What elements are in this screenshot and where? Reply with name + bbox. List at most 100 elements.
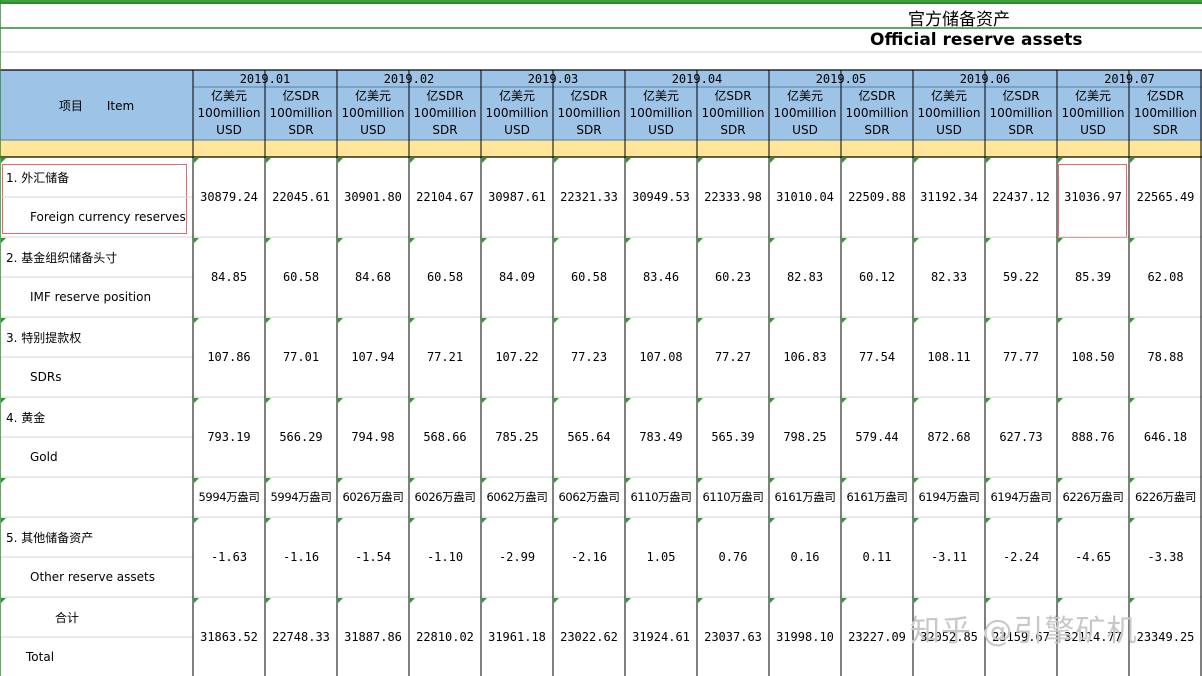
table-cell[interactable]: 6226万盎司: [1057, 477, 1129, 517]
table-cell[interactable]: 22437.12: [985, 157, 1057, 237]
table-cell[interactable]: 106.83: [769, 317, 841, 397]
table-cell[interactable]: 1.05: [625, 517, 697, 597]
table-cell[interactable]: 77.21: [409, 317, 481, 397]
table-cell[interactable]: 60.58: [409, 237, 481, 317]
table-cell[interactable]: -1.10: [409, 517, 481, 597]
table-cell[interactable]: 6226万盎司: [1129, 477, 1202, 517]
table-cell[interactable]: 84.09: [481, 237, 553, 317]
table-cell[interactable]: 77.54: [841, 317, 913, 397]
unit-label-line: USD: [936, 123, 962, 137]
table-cell[interactable]: 627.73: [985, 397, 1057, 477]
table-cell[interactable]: 783.49: [625, 397, 697, 477]
table-cell[interactable]: -4.65: [1057, 517, 1129, 597]
table-cell[interactable]: 83.46: [625, 237, 697, 317]
table-cell[interactable]: 107.08: [625, 317, 697, 397]
table-cell[interactable]: 793.19: [193, 397, 265, 477]
table-cell[interactable]: 794.98: [337, 397, 409, 477]
table-cell[interactable]: 84.85: [193, 237, 265, 317]
table-cell[interactable]: 23227.09: [841, 597, 913, 676]
table-cell[interactable]: 785.25: [481, 397, 553, 477]
table-cell[interactable]: 78.88: [1129, 317, 1202, 397]
table-cell[interactable]: 6062万盎司: [481, 477, 553, 517]
table-cell[interactable]: 579.44: [841, 397, 913, 477]
table-cell[interactable]: 6026万盎司: [337, 477, 409, 517]
table-cell[interactable]: -1.63: [193, 517, 265, 597]
table-cell[interactable]: 6062万盎司: [553, 477, 625, 517]
table-cell[interactable]: 22045.61: [265, 157, 337, 237]
table-cell[interactable]: 0.11: [841, 517, 913, 597]
table-cell[interactable]: -2.16: [553, 517, 625, 597]
table-cell[interactable]: 84.68: [337, 237, 409, 317]
table-cell[interactable]: -2.99: [481, 517, 553, 597]
table-cell[interactable]: 6194万盎司: [985, 477, 1057, 517]
table-cell[interactable]: 108.11: [913, 317, 985, 397]
table-cell[interactable]: 31010.04: [769, 157, 841, 237]
table-cell[interactable]: 22333.98: [697, 157, 769, 237]
table-cell[interactable]: 31192.34: [913, 157, 985, 237]
table-cell[interactable]: 107.86: [193, 317, 265, 397]
table-cell[interactable]: -1.54: [337, 517, 409, 597]
table-cell[interactable]: -1.16: [265, 517, 337, 597]
table-cell[interactable]: -2.24: [985, 517, 1057, 597]
table-cell[interactable]: 6026万盎司: [409, 477, 481, 517]
table-cell[interactable]: 6161万盎司: [841, 477, 913, 517]
table-cell[interactable]: 31961.18: [481, 597, 553, 676]
table-cell[interactable]: 23037.63: [697, 597, 769, 676]
table-cell[interactable]: 30987.61: [481, 157, 553, 237]
cell-indicator-mark: [266, 318, 271, 323]
table-cell[interactable]: 31887.86: [337, 597, 409, 676]
table-cell[interactable]: 30901.80: [337, 157, 409, 237]
table-cell[interactable]: 107.94: [337, 317, 409, 397]
table-cell[interactable]: 59.22: [985, 237, 1057, 317]
table-cell[interactable]: 22748.33: [265, 597, 337, 676]
table-cell[interactable]: 23349.25: [1129, 597, 1202, 676]
table-cell[interactable]: 30879.24: [193, 157, 265, 237]
table-cell[interactable]: 565.39: [697, 397, 769, 477]
table-cell[interactable]: 646.18: [1129, 397, 1202, 477]
table-cell[interactable]: 23022.62: [553, 597, 625, 676]
table-cell[interactable]: 108.50: [1057, 317, 1129, 397]
table-cell[interactable]: 77.77: [985, 317, 1057, 397]
table-cell[interactable]: 566.29: [265, 397, 337, 477]
table-cell[interactable]: 6110万盎司: [625, 477, 697, 517]
table-cell[interactable]: 77.01: [265, 317, 337, 397]
table-cell[interactable]: 77.23: [553, 317, 625, 397]
table-cell[interactable]: 872.68: [913, 397, 985, 477]
table-cell[interactable]: 6194万盎司: [913, 477, 985, 517]
table-cell[interactable]: 62.08: [1129, 237, 1202, 317]
table-cell[interactable]: -3.38: [1129, 517, 1202, 597]
cell-indicator-mark: [914, 158, 919, 163]
table-cell[interactable]: 22104.67: [409, 157, 481, 237]
table-cell[interactable]: 22321.33: [553, 157, 625, 237]
table-cell[interactable]: -3.11: [913, 517, 985, 597]
table-cell[interactable]: 60.23: [697, 237, 769, 317]
table-cell[interactable]: 0.16: [769, 517, 841, 597]
table-cell[interactable]: 568.66: [409, 397, 481, 477]
table-cell[interactable]: 6110万盎司: [697, 477, 769, 517]
table-cell[interactable]: 22509.88: [841, 157, 913, 237]
table-cell[interactable]: 5994万盎司: [193, 477, 265, 517]
table-cell[interactable]: 85.39: [1057, 237, 1129, 317]
table-cell[interactable]: 6161万盎司: [769, 477, 841, 517]
table-cell[interactable]: 77.27: [697, 317, 769, 397]
table-cell[interactable]: 31998.10: [769, 597, 841, 676]
table-cell[interactable]: 5994万盎司: [265, 477, 337, 517]
table-cell[interactable]: 565.64: [553, 397, 625, 477]
table-cell[interactable]: 22565.49: [1129, 157, 1202, 237]
table-cell[interactable]: 82.33: [913, 237, 985, 317]
table-cell[interactable]: 60.58: [265, 237, 337, 317]
table-cell[interactable]: 31924.61: [625, 597, 697, 676]
table-cell[interactable]: 82.83: [769, 237, 841, 317]
table-cell[interactable]: 107.22: [481, 317, 553, 397]
sdr-unit-header: 亿SDR 100million SDR: [553, 87, 625, 140]
table-cell[interactable]: 31863.52: [193, 597, 265, 676]
table-cell[interactable]: 30949.53: [625, 157, 697, 237]
cell-indicator-mark: [770, 478, 775, 483]
table-cell[interactable]: 798.25: [769, 397, 841, 477]
table-cell[interactable]: 0.76: [697, 517, 769, 597]
table-cell[interactable]: 60.58: [553, 237, 625, 317]
table-cell[interactable]: 888.76: [1057, 397, 1129, 477]
table-cell[interactable]: 22810.02: [409, 597, 481, 676]
unit-label-line: 亿美元: [786, 89, 823, 103]
table-cell[interactable]: 60.12: [841, 237, 913, 317]
